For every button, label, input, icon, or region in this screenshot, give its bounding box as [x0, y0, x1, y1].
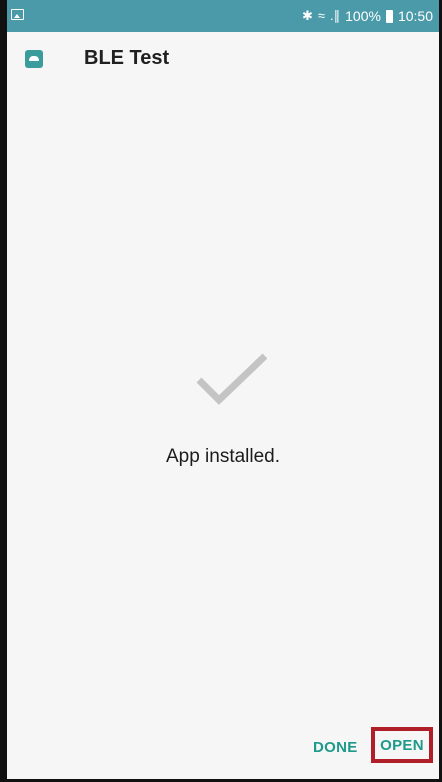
open-button[interactable]: OPEN [371, 727, 433, 763]
battery-icon [385, 9, 393, 23]
battery-percent: 100% [345, 8, 381, 24]
status-indicators: ✱ ≈ .∥ 100% 10:50 [302, 7, 433, 25]
bluetooth-icon: ✱ [301, 8, 313, 23]
app-header: BLE Test [7, 32, 439, 86]
status-bar: ✱ ≈ .∥ 100% 10:50 [7, 0, 439, 32]
checkmark-icon [196, 353, 267, 405]
android-app-icon [25, 50, 43, 68]
done-button[interactable]: DONE [313, 739, 358, 756]
status-time: 10:50 [397, 8, 433, 24]
install-status-message: App installed. [165, 446, 281, 467]
app-title: BLE Test [84, 47, 170, 69]
action-buttons: DONE OPEN [7, 719, 439, 779]
signal-icon: .∥ [330, 8, 341, 23]
wifi-icon: ≈ [317, 8, 326, 23]
app-installed-screen: ✱ ≈ .∥ 100% 10:50 BLE Test App installed… [0, 0, 442, 782]
image-icon [11, 9, 24, 20]
